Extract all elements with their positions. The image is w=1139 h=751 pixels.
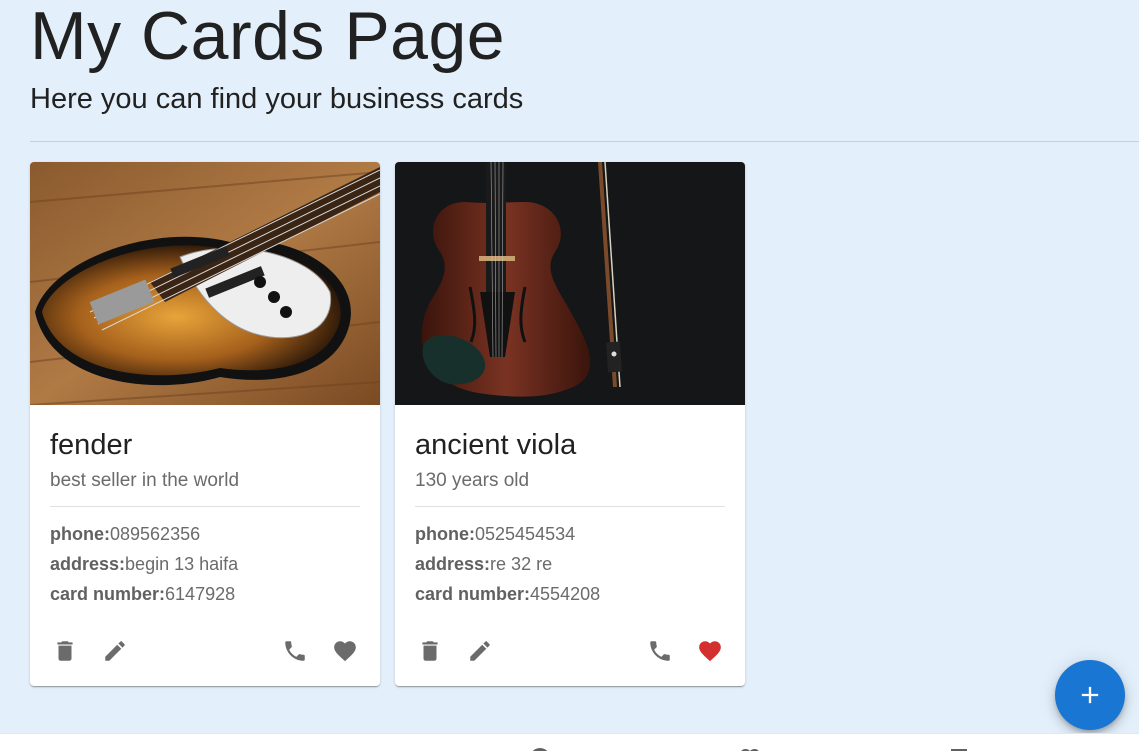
phone-label: phone: bbox=[50, 524, 110, 544]
business-card[interactable]: fender best seller in the world phone:08… bbox=[30, 162, 380, 686]
card-info: phone:0525454534 address:re 32 re card n… bbox=[415, 519, 725, 609]
phone-icon[interactable] bbox=[645, 636, 675, 666]
edit-icon[interactable] bbox=[465, 636, 495, 666]
card-address: address:begin 13 haifa bbox=[50, 549, 360, 579]
delete-icon[interactable] bbox=[50, 636, 80, 666]
card-number-value: 6147928 bbox=[165, 584, 236, 604]
address-value: re 32 re bbox=[490, 554, 553, 574]
card-actions bbox=[395, 636, 745, 666]
add-card-button[interactable] bbox=[1055, 660, 1125, 730]
plus-icon bbox=[1081, 686, 1099, 704]
header-divider bbox=[30, 141, 1139, 142]
card-title: fender bbox=[50, 429, 133, 461]
phone-icon[interactable] bbox=[280, 636, 310, 666]
page-title: My Cards Page bbox=[30, 0, 506, 74]
card-divider bbox=[415, 506, 725, 507]
card-title: ancient viola bbox=[415, 429, 577, 461]
card-subtitle: best seller in the world bbox=[50, 470, 240, 491]
card-subtitle: 130 years old bbox=[415, 470, 530, 491]
phone-label: phone: bbox=[415, 524, 475, 544]
card-image-bass-guitar[interactable] bbox=[30, 162, 380, 405]
heart-icon[interactable] bbox=[738, 746, 762, 751]
page-subtitle: Here you can find your business cards bbox=[30, 83, 524, 115]
bottom-navigation bbox=[0, 733, 1139, 751]
card-address: address:re 32 re bbox=[415, 549, 725, 579]
delete-icon[interactable] bbox=[415, 636, 445, 666]
card-number-label: card number: bbox=[415, 584, 531, 604]
card-number-value: 4554208 bbox=[530, 584, 601, 604]
card-actions bbox=[30, 636, 380, 666]
card-phone: phone:0525454534 bbox=[415, 519, 725, 549]
address-label: address: bbox=[415, 554, 491, 574]
card-number-label: card number: bbox=[50, 584, 166, 604]
card-number: card number:6147928 bbox=[50, 579, 360, 609]
address-label: address: bbox=[50, 554, 126, 574]
address-value: begin 13 haifa bbox=[125, 554, 239, 574]
phone-value: 089562356 bbox=[110, 524, 201, 544]
edit-icon[interactable] bbox=[100, 636, 130, 666]
heart-icon[interactable] bbox=[330, 636, 360, 666]
heart-icon[interactable] bbox=[695, 636, 725, 666]
info-icon[interactable] bbox=[528, 746, 552, 751]
card-info: phone:089562356 address:begin 13 haifa c… bbox=[50, 519, 360, 609]
card-phone: phone:089562356 bbox=[50, 519, 360, 549]
card-divider bbox=[50, 506, 360, 507]
business-card[interactable]: ancient viola 130 years old phone:052545… bbox=[395, 162, 745, 686]
cards-icon[interactable] bbox=[947, 746, 971, 751]
card-number: card number:4554208 bbox=[415, 579, 725, 609]
phone-value: 0525454534 bbox=[475, 524, 576, 544]
card-image-viola[interactable] bbox=[395, 162, 745, 405]
